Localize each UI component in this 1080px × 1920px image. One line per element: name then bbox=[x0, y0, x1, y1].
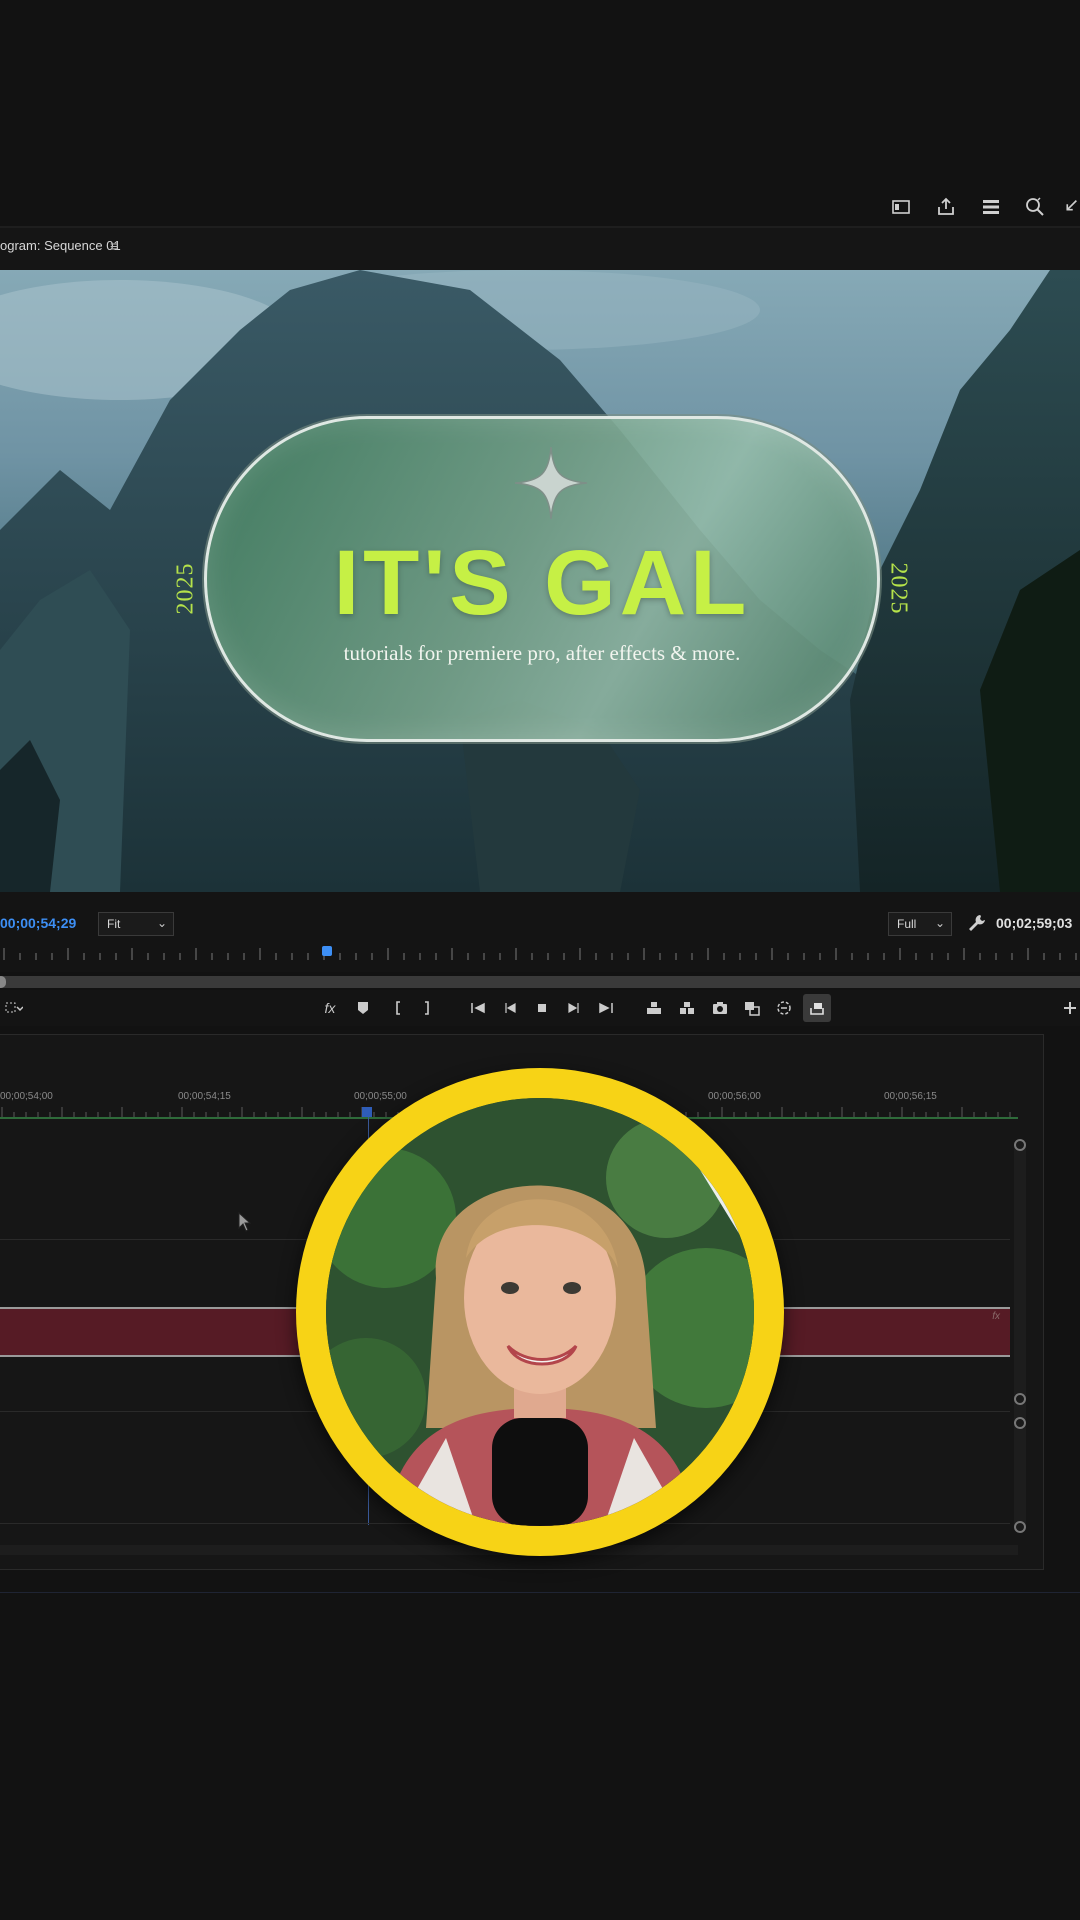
scroll-knob[interactable] bbox=[1014, 1393, 1026, 1405]
panel-menu-icon[interactable]: ≡ bbox=[110, 239, 118, 253]
zoom-level-dropdown[interactable]: Fit ⌄ bbox=[98, 912, 174, 936]
chevron-down-icon: ⌄ bbox=[156, 916, 167, 930]
scroll-knob[interactable] bbox=[1014, 1417, 1026, 1429]
zoom-icon[interactable] bbox=[1018, 190, 1052, 224]
marker-icon[interactable] bbox=[349, 994, 377, 1022]
monitor-zoom-scrollbar[interactable] bbox=[0, 976, 1080, 988]
camera-icon[interactable] bbox=[706, 994, 734, 1022]
duration-timecode: 00;02;59;03 bbox=[996, 915, 1073, 931]
chevron-down-icon: ⌄ bbox=[934, 916, 945, 930]
monitor-time-ruler[interactable] bbox=[0, 944, 1080, 964]
panel-toggle-icon[interactable] bbox=[884, 190, 918, 224]
stop-icon[interactable] bbox=[528, 994, 556, 1022]
extract-icon[interactable] bbox=[673, 994, 701, 1022]
fx-icon[interactable]: fx bbox=[316, 994, 344, 1022]
zoom-level-value: Fit bbox=[107, 917, 121, 931]
playback-resolution-value: Full bbox=[897, 917, 917, 931]
program-monitor-preview[interactable]: 2025 IT'S GAL tutorials for premiere pro… bbox=[0, 270, 1080, 892]
title-card: IT'S GAL tutorials for premiere pro, aft… bbox=[204, 416, 880, 742]
presenter-video bbox=[326, 1098, 754, 1526]
title-tagline: tutorials for premiere pro, after effect… bbox=[343, 641, 741, 665]
scroll-handle[interactable] bbox=[0, 976, 6, 988]
playhead-marker[interactable] bbox=[322, 946, 332, 956]
timeline-ruler-label: 00;00;54;00 bbox=[0, 1091, 53, 1102]
scroll-knob[interactable] bbox=[1014, 1139, 1026, 1151]
share-icon[interactable] bbox=[929, 190, 963, 224]
step-back-icon[interactable] bbox=[496, 994, 524, 1022]
divider bbox=[0, 1592, 1080, 1593]
timeline-ruler-label: 00;00;54;15 bbox=[178, 1091, 231, 1102]
add-icon[interactable] bbox=[1060, 994, 1080, 1022]
out-point-icon[interactable] bbox=[413, 994, 441, 1022]
webcam-overlay bbox=[296, 1068, 784, 1556]
vertical-scrollbar[interactable] bbox=[1014, 1145, 1026, 1525]
proxy-icon[interactable] bbox=[770, 994, 798, 1022]
go-to-out-icon[interactable] bbox=[592, 994, 620, 1022]
mouse-cursor-icon bbox=[238, 1212, 252, 1232]
timeline-ruler-label: 00;00;56;15 bbox=[884, 1091, 937, 1102]
compare-icon[interactable] bbox=[738, 994, 766, 1022]
timeline-ruler-label: 00;00;55;00 bbox=[354, 1091, 407, 1102]
year-left-label: 2025 bbox=[172, 562, 199, 615]
timeline-playhead[interactable] bbox=[362, 1107, 372, 1117]
title-headline: IT'S GAL bbox=[333, 532, 751, 634]
settings-menu-icon[interactable] bbox=[0, 994, 28, 1022]
wrench-icon[interactable] bbox=[966, 912, 988, 934]
playback-resolution-dropdown[interactable]: Full ⌄ bbox=[888, 912, 952, 936]
clip-fx-badge: fx bbox=[992, 1311, 1000, 1322]
in-point-icon[interactable] bbox=[384, 994, 412, 1022]
layers-icon[interactable] bbox=[974, 190, 1008, 224]
transport-controls: fx bbox=[0, 990, 1080, 1026]
program-monitor-header: ogram: Sequence 01 ≡ bbox=[0, 228, 1080, 270]
go-to-in-icon[interactable] bbox=[464, 994, 492, 1022]
step-forward-icon[interactable] bbox=[560, 994, 588, 1022]
panel-title[interactable]: ogram: Sequence 01 bbox=[0, 238, 121, 253]
sparkle-icon bbox=[514, 446, 588, 520]
lift-icon[interactable] bbox=[640, 994, 668, 1022]
year-right-label: 2025 bbox=[885, 562, 912, 615]
collapse-icon[interactable] bbox=[1060, 190, 1080, 224]
timeline-ruler-label: 00;00;56;00 bbox=[708, 1091, 761, 1102]
current-timecode[interactable]: 00;00;54;29 bbox=[0, 915, 76, 931]
export-frame-icon[interactable] bbox=[803, 994, 831, 1022]
presenter-illustration bbox=[326, 1098, 754, 1526]
top-toolbar bbox=[0, 190, 1080, 224]
scroll-knob[interactable] bbox=[1014, 1521, 1026, 1533]
